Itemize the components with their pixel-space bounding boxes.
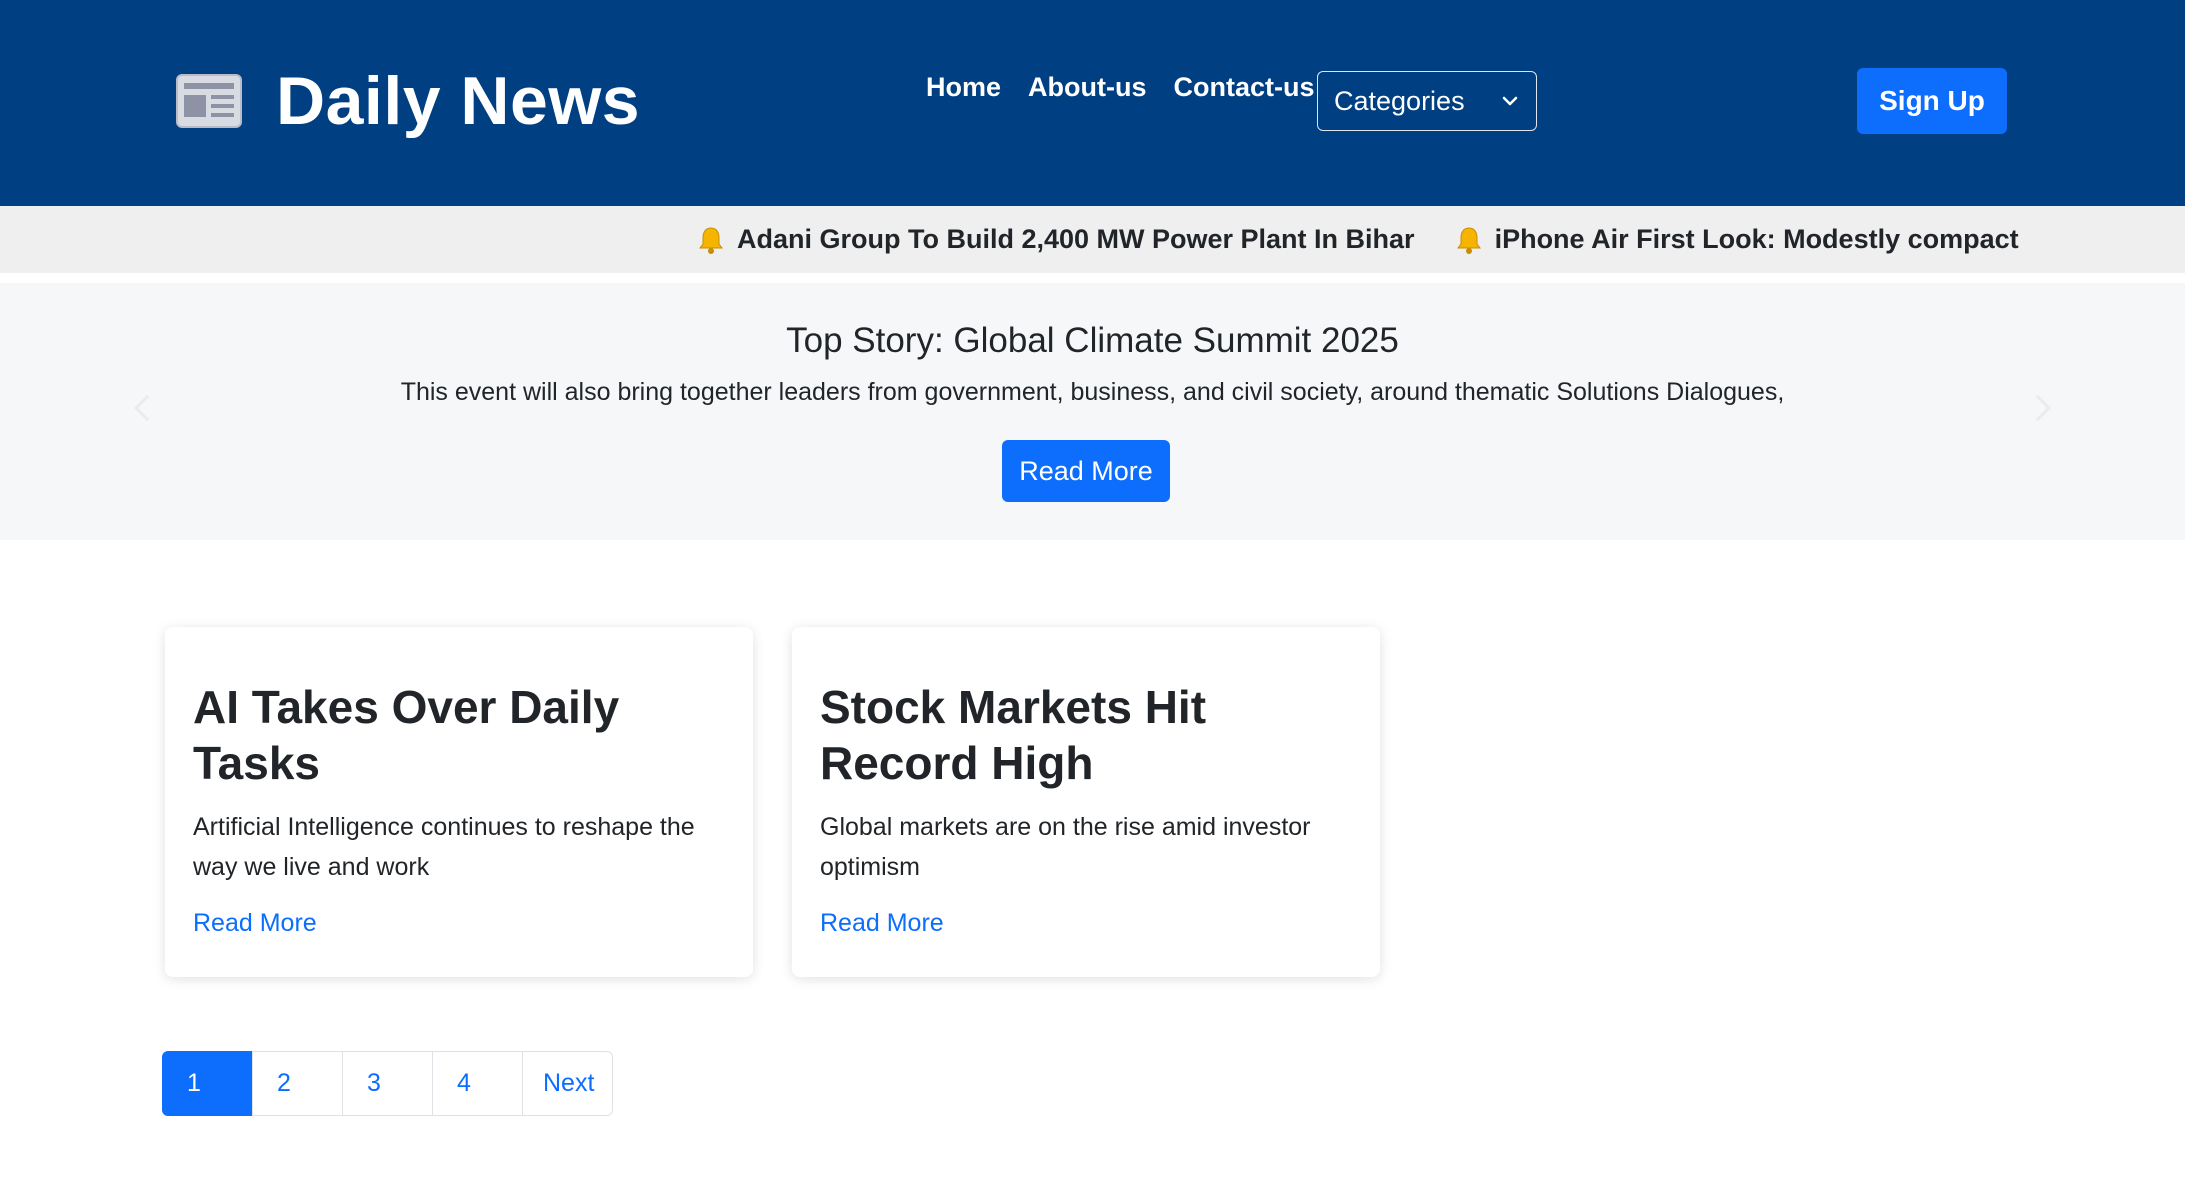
hero-read-more-button[interactable]: Read More <box>1002 440 1170 502</box>
card-read-more-link[interactable]: Read More <box>820 909 1352 938</box>
ticker-text: iPhone Air First Look: Modestly compact <box>1494 224 2019 254</box>
card-read-more-link[interactable]: Read More <box>193 909 725 938</box>
next-page-button[interactable]: Next <box>522 1051 613 1116</box>
page-2-button[interactable]: 2 <box>252 1051 343 1116</box>
news-card: AI Takes Over Daily Tasks Artificial Int… <box>165 627 753 977</box>
main-nav: Home About-us Contact-us <box>926 72 1341 103</box>
card-title: Stock Markets Hit Record High <box>820 681 1207 789</box>
page-4-button[interactable]: 4 <box>432 1051 523 1116</box>
news-card: Stock Markets Hit Record High Global mar… <box>792 627 1380 977</box>
page-3-button[interactable]: 3 <box>342 1051 433 1116</box>
categories-select[interactable]: Categories <box>1317 71 1537 131</box>
pagination: 1 2 3 4 Next <box>162 1051 613 1116</box>
news-ticker: Adani Group To Build 2,400 MW Power Plan… <box>0 206 2185 273</box>
nav-contact-us[interactable]: Contact-us <box>1173 72 1314 103</box>
brand-title: Daily News <box>276 63 641 139</box>
nav-home[interactable]: Home <box>926 72 1001 103</box>
page-1-button[interactable]: 1 <box>162 1051 253 1116</box>
sign-up-button[interactable]: Sign Up <box>1857 68 2007 134</box>
top-story-carousel: Top Story: Global Climate Summit 2025 Th… <box>0 283 2185 540</box>
bell-icon <box>699 226 723 254</box>
hero-text: This event will also bring together lead… <box>400 378 1785 406</box>
brand[interactable]: Daily News <box>176 58 640 144</box>
hero-title: Top Story: Global Climate Summit 2025 <box>786 321 1399 360</box>
ticker-item[interactable]: Adani Group To Build 2,400 MW Power Plan… <box>697 224 1415 255</box>
ticker-text: Adani Group To Build 2,400 MW Power Plan… <box>737 224 1415 254</box>
nav-about-us[interactable]: About-us <box>1028 72 1146 103</box>
chevron-down-icon <box>1502 96 1518 106</box>
site-header: Daily News Home About-us Contact-us Cate… <box>0 0 2185 206</box>
newspaper-icon <box>176 74 242 128</box>
card-title: AI Takes Over Daily Tasks <box>193 681 620 789</box>
categories-select-value: Categories <box>1334 85 1465 116</box>
card-text: Artificial Intelligence continues to res… <box>193 813 695 881</box>
card-text: Global markets are on the rise amid inve… <box>820 813 1311 881</box>
ticker-item[interactable]: iPhone Air First Look: Modestly compact <box>1455 224 2019 255</box>
bell-icon <box>1456 226 1481 254</box>
carousel-next-icon[interactable] <box>2025 391 2059 425</box>
ticker-track: Adani Group To Build 2,400 MW Power Plan… <box>697 206 2059 273</box>
